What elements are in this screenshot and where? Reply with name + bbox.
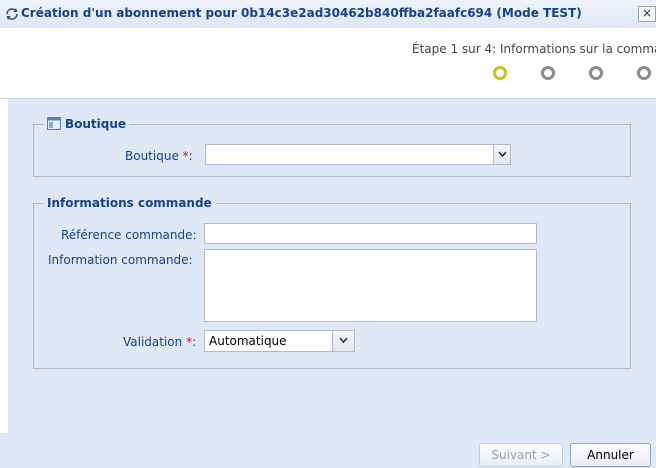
wizard-footer: Suivant > Annuler [0, 433, 656, 468]
commande-legend: Informations commande [44, 196, 215, 210]
step-2-indicator [541, 66, 555, 80]
form-panel: Boutique Boutique *: Informations comman… [8, 99, 656, 433]
boutique-label: Boutique *: [125, 149, 193, 163]
close-icon: × [641, 6, 653, 20]
step-label: Étape 1 sur 4: Informations sur la comma… [412, 42, 656, 56]
validation-select[interactable]: Automatique [204, 330, 355, 352]
boutique-fieldset: Boutique Boutique *: [33, 117, 631, 177]
label-colon: : [188, 149, 193, 163]
validation-select-value: Automatique [209, 334, 287, 348]
cancel-button[interactable]: Annuler [570, 443, 651, 467]
information-textarea[interactable] [204, 249, 537, 322]
chevron-down-icon [498, 151, 507, 158]
boutique-legend: Boutique [44, 117, 130, 131]
boutique-dropdown-button[interactable] [493, 145, 510, 164]
step-4-indicator [637, 66, 651, 80]
validation-dropdown-button[interactable] [332, 331, 354, 351]
validation-label-text: Validation [123, 335, 183, 349]
commande-fieldset: Informations commande Référence commande… [33, 196, 631, 369]
label-colon: : [192, 335, 197, 349]
boutique-select[interactable] [205, 144, 511, 165]
shop-icon [47, 117, 61, 130]
next-button[interactable]: Suivant > [479, 443, 563, 467]
window-titlebar: Création d'un abonnement pour 0b14c3e2ad… [0, 0, 656, 29]
boutique-label-text: Boutique [125, 149, 179, 163]
refresh-icon [6, 8, 18, 20]
reference-input[interactable] [204, 223, 537, 244]
reference-label: Référence commande: [61, 228, 197, 242]
chevron-down-icon [339, 337, 348, 344]
step-1-indicator [493, 66, 507, 80]
boutique-legend-text: Boutique [65, 117, 127, 131]
wizard-step-header: Étape 1 sur 4: Informations sur la comma… [0, 28, 656, 99]
step-3-indicator [589, 66, 603, 80]
information-label: Information commande: [48, 253, 193, 267]
validation-label: Validation *: [123, 335, 196, 349]
close-button[interactable]: × [638, 6, 656, 22]
window-title: Création d'un abonnement pour 0b14c3e2ad… [21, 6, 582, 20]
